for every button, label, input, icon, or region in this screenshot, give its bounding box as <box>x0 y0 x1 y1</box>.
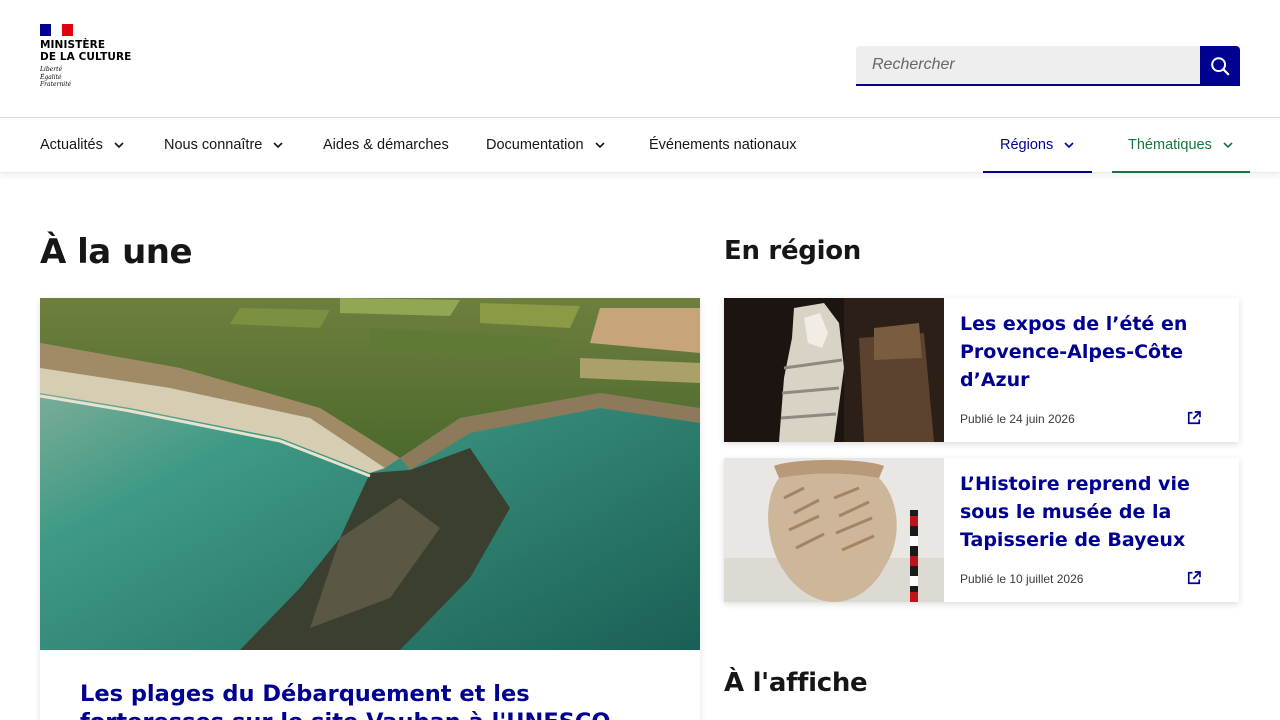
region-card-date: Publié le 10 juillet 2026 <box>960 572 1084 586</box>
motto-fraternite: Fraternité <box>40 81 72 88</box>
republic-flag-icon <box>40 24 73 36</box>
nav-item-actualites[interactable]: Actualités <box>40 118 125 172</box>
nav-item-label: Aides & démarches <box>323 137 449 153</box>
region-card-date: Publié le 24 juin 2026 <box>960 412 1075 426</box>
external-link-icon <box>1187 571 1201 585</box>
search-button[interactable] <box>1200 46 1240 86</box>
search-icon <box>1211 57 1230 76</box>
region-card-body: L’Histoire reprend vie sous le musée de … <box>944 458 1239 602</box>
search-input[interactable] <box>856 46 1200 86</box>
chevron-down-icon <box>1222 139 1234 151</box>
nav-item-label: Actualités <box>40 137 103 153</box>
chevron-down-icon <box>272 139 284 151</box>
motto-liberte: Liberté <box>40 66 63 73</box>
region-card-title[interactable]: Les expos de l’été en Provence-Alpes-Côt… <box>960 310 1190 394</box>
ancient-vase-image <box>724 458 944 602</box>
section-heading-a-l-affiche: À l'affiche <box>724 668 868 698</box>
nav-item-documentation[interactable]: Documentation <box>486 118 606 172</box>
nav-item-thematiques[interactable]: Thématiques <box>1112 118 1250 173</box>
search-bar <box>856 46 1240 86</box>
logo-line-2: DE LA CULTURE <box>40 51 132 63</box>
nav-item-label: Documentation <box>486 137 584 153</box>
external-link-icon <box>1187 411 1201 425</box>
region-card[interactable]: L’Histoire reprend vie sous le musée de … <box>724 458 1239 602</box>
region-card-title[interactable]: L’Histoire reprend vie sous le musée de … <box>960 470 1190 554</box>
logo-motto: Liberté Égalité Fraternité <box>40 66 150 89</box>
main-navigation: Actualités Nous connaître Aides & démarc… <box>0 118 1280 173</box>
site-header: MINISTÈRE DE LA CULTURE Liberté Égalité … <box>0 0 1280 118</box>
region-card-body: Les expos de l’été en Provence-Alpes-Côt… <box>944 298 1239 442</box>
section-heading-a-la-une: À la une <box>40 232 193 272</box>
nav-item-label: Thématiques <box>1128 137 1212 153</box>
nav-item-evenements-nationaux[interactable]: Événements nationaux <box>649 118 797 172</box>
sculpture-exhibit-image <box>724 298 944 442</box>
chevron-down-icon <box>594 139 606 151</box>
region-card[interactable]: Les expos de l’été en Provence-Alpes-Côt… <box>724 298 1239 442</box>
nav-item-label: Nous connaître <box>164 137 263 153</box>
nav-item-label: Régions <box>1000 137 1054 153</box>
nav-item-nous-connaitre[interactable]: Nous connaître <box>164 118 284 172</box>
nav-item-regions[interactable]: Régions <box>982 118 1093 173</box>
nav-item-aides-demarches[interactable]: Aides & démarches <box>323 118 449 172</box>
ministry-logo[interactable]: MINISTÈRE DE LA CULTURE Liberté Égalité … <box>40 24 150 89</box>
motto-egalite: Égalité <box>40 73 62 81</box>
chevron-down-icon <box>113 139 125 151</box>
logo-line-1: MINISTÈRE <box>40 39 106 51</box>
feature-title[interactable]: Les plages du Débarquement et les forter… <box>80 680 670 720</box>
section-heading-en-region: En région <box>724 236 861 266</box>
nav-item-label: Événements nationaux <box>649 137 797 153</box>
coastal-cliffs-aerial-image <box>40 298 700 650</box>
chevron-down-icon <box>1063 139 1075 151</box>
feature-card[interactable]: Les plages du Débarquement et les forter… <box>40 298 700 720</box>
